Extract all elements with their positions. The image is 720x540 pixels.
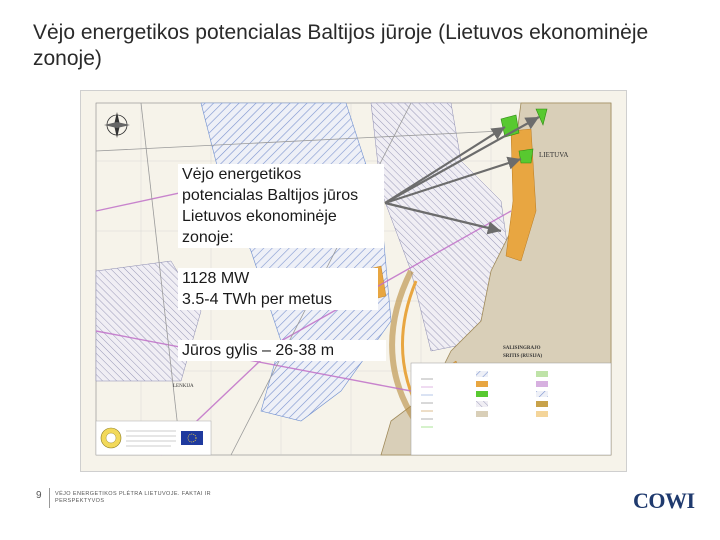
eu-flag-icon [181, 431, 203, 445]
footer-divider [49, 488, 50, 508]
footer-note: VĖJO ENERGETIKOS PLĖTRA LIETUVOJE. FAKTA… [55, 491, 211, 504]
cowi-logo: COWI [633, 488, 695, 513]
organization-seal-icon [100, 427, 122, 449]
label-poland: LENKIJA [173, 384, 194, 389]
callout-capacity-group: 1128 MW 3.5-4 TWh per metus [178, 268, 378, 310]
callout-energy: 3.5-4 TWh per metus [182, 291, 332, 308]
callout-depth: Jūros gylis – 26-38 m [178, 340, 386, 361]
callout-capacity: 1128 MW [182, 270, 250, 287]
map-legend [410, 362, 612, 456]
label-kaliningrad-1: SALISINGRAJO [503, 346, 541, 351]
map-credits-panel [95, 420, 212, 456]
callout-heading: Vėjo energetikos potencialas Baltijos jū… [178, 164, 384, 248]
slide-title: Vėjo energetikos potencialas Baltijos jū… [33, 21, 649, 70]
wind-potential-callout: Vėjo energetikos potencialas Baltijos jū… [178, 164, 386, 364]
label-kaliningrad-2: SRITIS (RUSIJA) [503, 354, 542, 359]
label-lithuania: LIETUVA [539, 151, 568, 159]
page-number: 9 [36, 490, 42, 501]
